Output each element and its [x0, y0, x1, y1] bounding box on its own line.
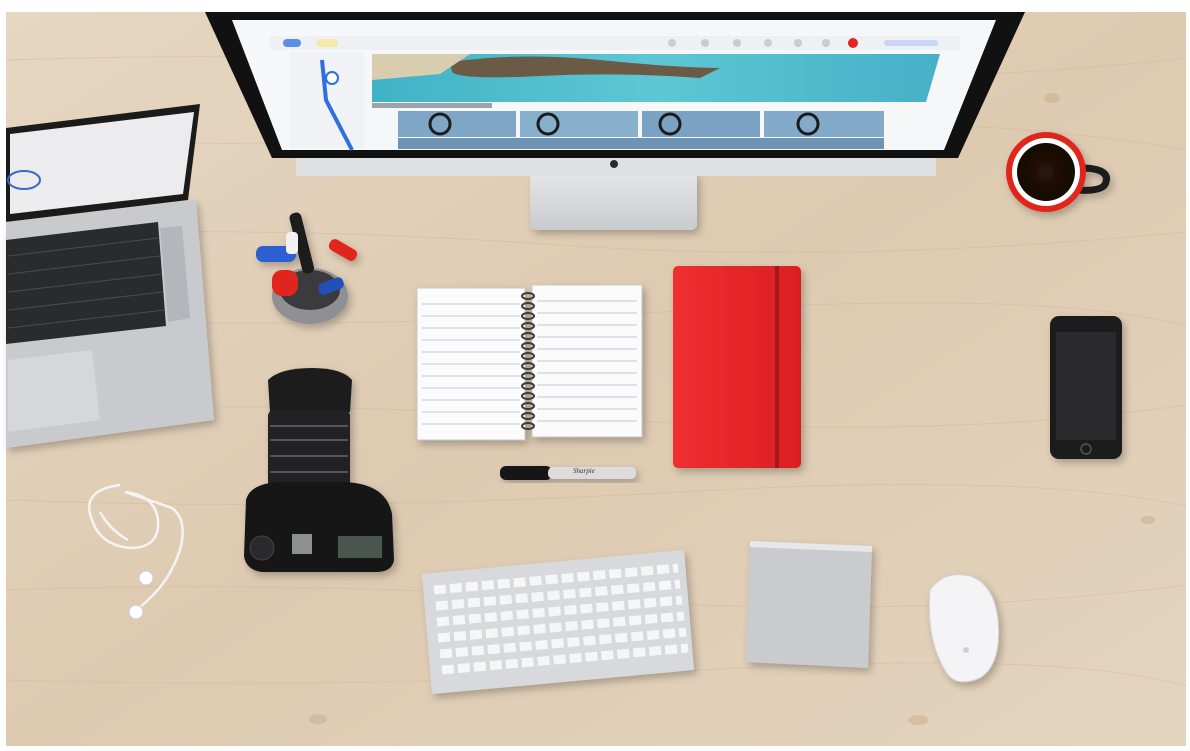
coffee [1017, 143, 1075, 201]
toolbar-icon [764, 39, 772, 47]
toolbar-icon [822, 39, 830, 47]
red-notebook-cover [673, 266, 801, 468]
red-notebook [673, 266, 801, 468]
camera-top-lcd [338, 536, 382, 558]
apple-logo-icon [610, 160, 618, 168]
lens-hood [268, 368, 352, 412]
thumbnail [398, 111, 516, 137]
toolbar-yellow-button [316, 39, 338, 47]
camera-hotshoe [292, 534, 312, 554]
trackpad-surface [746, 541, 872, 668]
toolbar-search-field [884, 40, 938, 46]
toolbar-icon [668, 39, 676, 47]
earbud-right-icon [128, 604, 144, 620]
marker-cap [500, 466, 552, 480]
toolbar-red-badge [848, 38, 858, 48]
apple-logo-icon [963, 647, 969, 653]
red-notebook-elastic [775, 266, 779, 468]
imac-stand [530, 172, 697, 230]
toolbar-pill-button [283, 39, 301, 47]
camera-lens [268, 410, 350, 488]
thumbnail-row-2 [398, 138, 884, 149]
macbook [6, 104, 214, 448]
toolbar-icon [701, 39, 709, 47]
macbook-trackpad [8, 350, 100, 432]
marker-brand-label: Sharpie [573, 467, 595, 475]
smartphone [1050, 316, 1122, 459]
gallery-label-bar [372, 103, 492, 108]
toolbar-icon [794, 39, 802, 47]
pen-red [272, 270, 298, 296]
timeline-handle [325, 71, 339, 85]
magic-trackpad [746, 541, 872, 668]
camera-mode-dial [249, 535, 275, 561]
toolbar-icon [733, 39, 741, 47]
earbud-left-icon [138, 570, 154, 586]
pen-white [286, 232, 298, 254]
thumbnail [764, 111, 884, 137]
sharpie-marker [500, 466, 636, 480]
phone-screen [1056, 332, 1116, 440]
desk-scene [5, 12, 1187, 746]
wireless-keyboard [422, 550, 694, 694]
